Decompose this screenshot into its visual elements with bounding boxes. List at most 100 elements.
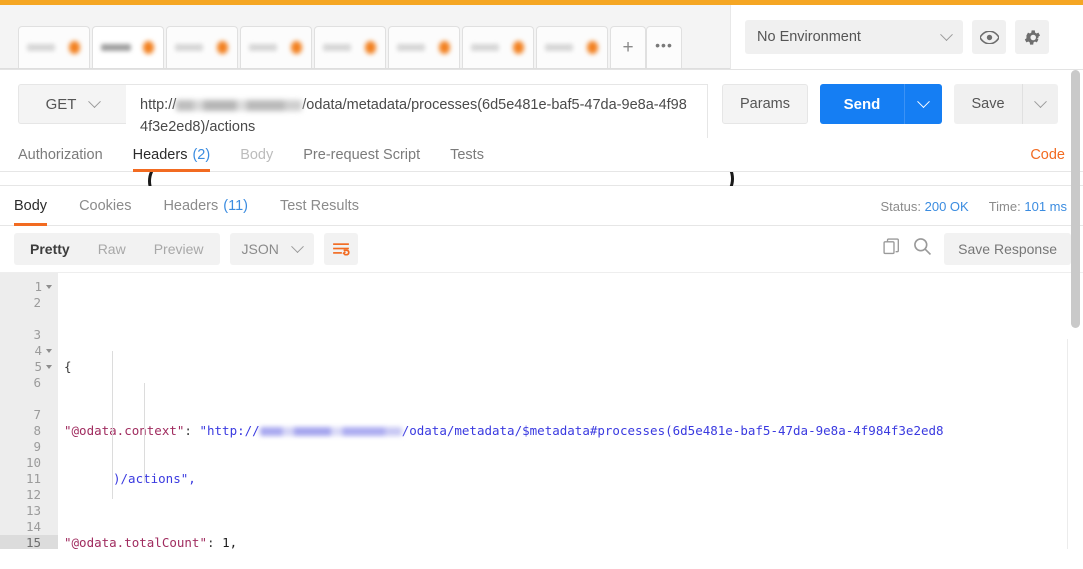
gutter-line: 9: [0, 439, 58, 455]
send-button[interactable]: Send: [820, 84, 904, 124]
tab-tests[interactable]: Tests: [450, 138, 484, 172]
tab-body[interactable]: Body: [240, 138, 273, 172]
tab-label: Test Results: [279, 197, 359, 214]
code-line-wrapped: )/actions",: [58, 471, 1083, 487]
search-icon: [914, 238, 932, 256]
request-tab-5[interactable]: [314, 26, 386, 68]
token-brace: {: [64, 359, 72, 374]
environment-selector[interactable]: No Environment: [745, 20, 963, 54]
line-number: 2: [33, 295, 41, 310]
request-tab-8[interactable]: [536, 26, 608, 68]
indent-guide: [112, 351, 113, 499]
save-button-group: Save: [954, 84, 1058, 124]
request-tab-label-redacted: [27, 44, 55, 51]
response-body-viewer[interactable]: 1 2 3 4 5 6 7 8 9 10 11 12 13 14 15 { "@…: [0, 272, 1083, 549]
environment-quick-look-button[interactable]: [972, 20, 1006, 54]
request-url-row: GET http:///odata/metadata/processes(6d5…: [0, 70, 1083, 209]
settings-button[interactable]: [1015, 20, 1049, 54]
request-tab-1[interactable]: [18, 26, 90, 68]
unsaved-dot-icon[interactable]: [365, 41, 376, 54]
pane-splitter[interactable]: [0, 172, 1083, 186]
status-label: Status:: [880, 198, 921, 214]
code-host-redacted: [259, 427, 402, 436]
line-number: 14: [25, 519, 41, 534]
copy-response-button[interactable]: [883, 237, 901, 261]
tab-pre-request-script[interactable]: Pre-request Script: [303, 138, 420, 172]
view-mode-preview[interactable]: Preview: [140, 235, 218, 263]
unsaved-dot-icon[interactable]: [69, 41, 80, 54]
tab-authorization[interactable]: Authorization: [18, 138, 103, 172]
fold-arrow-icon[interactable]: [46, 285, 52, 289]
save-options-button[interactable]: [1022, 84, 1058, 124]
search-response-button[interactable]: [913, 237, 932, 261]
tab-label: Tests: [450, 146, 484, 163]
indent-guide: [144, 383, 145, 483]
response-format-selector[interactable]: JSON: [229, 233, 314, 265]
http-method-selector[interactable]: GET: [18, 84, 126, 124]
gutter-line-current: 15: [0, 535, 58, 549]
unsaved-dot-icon[interactable]: [217, 41, 228, 54]
line-number: 5: [34, 359, 42, 374]
request-tab-label-redacted: [397, 44, 425, 51]
send-label: Send: [843, 95, 881, 113]
request-tabs: Authorization Headers (2) Body Pre-reque…: [0, 138, 1083, 172]
environment-area: No Environment: [730, 5, 1083, 69]
fold-arrow-icon[interactable]: [46, 365, 52, 369]
view-mode-raw[interactable]: Raw: [84, 235, 140, 263]
save-button[interactable]: Save: [954, 84, 1022, 124]
tab-label: Authorization: [18, 146, 103, 163]
request-tab-6[interactable]: [388, 26, 460, 68]
request-tab-3[interactable]: [166, 26, 238, 68]
eye-icon: [979, 30, 999, 44]
tab-label: Cookies: [79, 197, 132, 214]
vertical-scrollbar[interactable]: [1071, 70, 1080, 470]
code-line: "@odata.totalCount": 1,: [58, 535, 1083, 549]
response-view-mode-group: Pretty Raw Preview: [14, 233, 220, 265]
unsaved-dot-icon[interactable]: [439, 41, 450, 54]
response-tab-body[interactable]: Body: [14, 186, 48, 226]
token-string: /odata/metadata/$metadata#processes(6d5e…: [401, 423, 944, 438]
new-tab-button[interactable]: +: [610, 26, 646, 68]
copy-icon: [883, 237, 900, 254]
code-link[interactable]: Code: [1030, 138, 1065, 172]
status-badge: Status: 200 OK: [881, 199, 969, 214]
request-tab-2[interactable]: [92, 26, 164, 68]
gutter-line: 10: [0, 455, 58, 471]
line-number: 7: [33, 407, 41, 422]
request-tab-label-redacted: [175, 44, 203, 51]
scrollbar-thumb[interactable]: [1071, 70, 1080, 328]
tab-label: Body: [240, 146, 274, 163]
response-tabs: Body Cookies Headers (11) Test Results S…: [0, 186, 1083, 226]
chevron-down-icon: [290, 239, 304, 253]
unsaved-dot-icon[interactable]: [587, 41, 598, 54]
code-label: Code: [1030, 147, 1065, 163]
unsaved-dot-icon[interactable]: [513, 41, 524, 54]
tab-headers[interactable]: Headers (2): [132, 138, 210, 172]
line-number: 15: [25, 535, 41, 549]
save-response-button[interactable]: Save Response: [944, 233, 1071, 265]
view-mode-pretty[interactable]: Pretty: [16, 235, 84, 263]
gutter-line: 14: [0, 519, 58, 535]
line-number: 10: [25, 455, 41, 470]
response-tab-test-results[interactable]: Test Results: [280, 186, 359, 226]
response-tab-headers[interactable]: Headers (11): [163, 186, 248, 226]
request-tabstrip: + •••: [0, 5, 730, 69]
send-options-button[interactable]: [904, 84, 942, 124]
request-tab-7[interactable]: [462, 26, 534, 68]
line-number: 3: [33, 327, 41, 342]
request-tab-4[interactable]: [240, 26, 312, 68]
params-button[interactable]: Params: [722, 84, 808, 124]
fold-arrow-icon[interactable]: [46, 349, 52, 353]
unsaved-dot-icon[interactable]: [143, 41, 154, 54]
unsaved-dot-icon[interactable]: [291, 41, 302, 54]
request-tab-label-redacted: [323, 44, 351, 51]
response-toolbar: Pretty Raw Preview JSON Save Response: [0, 226, 1083, 272]
code-content[interactable]: { "@odata.context": "http:// /odata/metad…: [58, 273, 1083, 549]
tab-options-button[interactable]: •••: [646, 26, 682, 68]
chevron-down-icon: [940, 27, 953, 41]
word-wrap-toggle[interactable]: [323, 233, 358, 265]
http-method-label: GET: [45, 95, 77, 113]
line-number: 6: [33, 375, 41, 390]
response-tab-cookies[interactable]: Cookies: [79, 186, 131, 226]
token-colon: :: [184, 423, 200, 438]
